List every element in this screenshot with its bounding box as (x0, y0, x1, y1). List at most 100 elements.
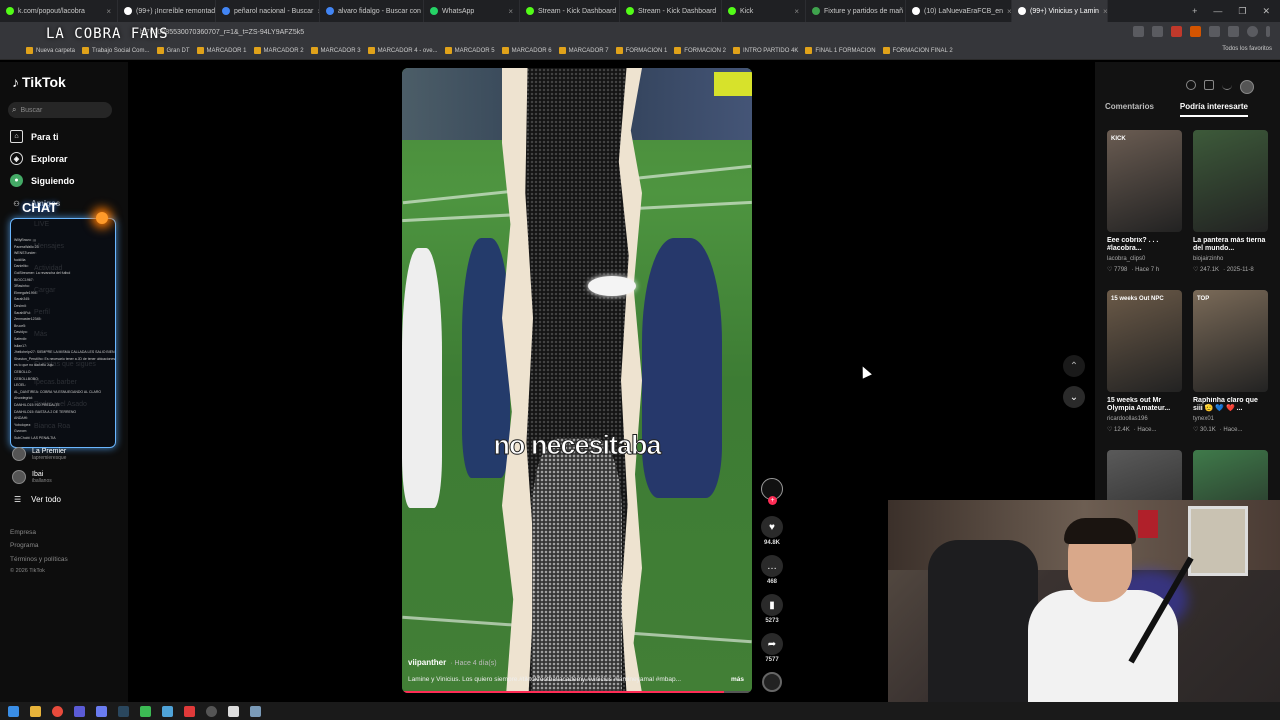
bookmark-item[interactable]: MARCADOR 6 (501, 47, 552, 54)
previous-video-button[interactable]: ⌃ (1063, 355, 1085, 377)
app-icon[interactable] (74, 705, 85, 717)
nav-explore[interactable]: ◈ Explorar (10, 152, 68, 165)
comment-button[interactable]: … 468 (758, 555, 786, 585)
more-button[interactable]: más (731, 676, 744, 683)
footer-link[interactable]: Programa (10, 542, 39, 549)
phone-icon[interactable] (1204, 80, 1214, 90)
video-progress-bar[interactable] (402, 691, 752, 693)
obs-icon[interactable] (206, 705, 217, 717)
browser-tab[interactable]: (99+) ¡Increíble remontada× (118, 0, 216, 22)
browser-tab[interactable]: Stream - Kick Dashboard× (520, 0, 620, 22)
app-icon[interactable] (184, 705, 195, 717)
browser-tab[interactable]: WhatsApp × (424, 0, 520, 22)
next-video-button[interactable]: ⌄ (1063, 386, 1085, 408)
steam-icon[interactable] (118, 705, 129, 717)
cast-icon[interactable] (1133, 26, 1144, 37)
video-title[interactable]: 15 weeks out Mr Olympia Amateur... (1107, 397, 1182, 413)
tab-title: Stream - Kick Dashboard (638, 7, 717, 15)
bookmark-item[interactable]: MARCADOR 3 (310, 47, 361, 54)
browser-tab[interactable]: Kick × (722, 0, 806, 22)
bookmark-item[interactable]: FORMACION 2 (674, 47, 726, 54)
bookmark-item[interactable]: FORMACION 1 (615, 47, 667, 54)
author-name[interactable]: viipanther (408, 658, 446, 667)
close-window-icon[interactable]: ✕ (1262, 6, 1270, 17)
profile-avatar-icon[interactable] (1247, 26, 1258, 37)
close-tab-icon[interactable]: × (1007, 7, 1011, 16)
followed-account[interactable]: La Premier lapremieresque (12, 447, 66, 461)
close-tab-icon[interactable]: × (106, 7, 111, 16)
star-icon[interactable] (1152, 26, 1163, 37)
bookmark-item[interactable]: MARCADOR 5 (444, 47, 495, 54)
browser-tab[interactable]: Stream - Kick Dashboard× (620, 0, 722, 22)
like-button[interactable]: ♥ 94.8K (758, 516, 786, 546)
see-all-link[interactable]: ☰ Ver todo (14, 495, 61, 504)
browser-tab[interactable]: (10) LaNuevaEraFCB_en × (906, 0, 1012, 22)
app-icon[interactable] (162, 705, 173, 717)
windows-start-icon[interactable] (8, 705, 19, 717)
bookmark-item[interactable]: Nueva carpeta (26, 47, 75, 54)
puzzle-icon[interactable] (1228, 26, 1239, 37)
app-icon[interactable] (228, 705, 239, 717)
download-icon[interactable] (1222, 80, 1232, 90)
file-explorer-icon[interactable] (30, 705, 41, 717)
browser-tab[interactable]: (99+) Vinicius y Lamin × (1012, 0, 1108, 22)
nav-following[interactable]: ● Siguiendo (10, 174, 75, 187)
footer-link[interactable]: Términos y políticas (10, 556, 68, 563)
recommended-video-thumbnail[interactable] (1193, 130, 1268, 232)
close-tab-icon[interactable]: × (794, 7, 799, 16)
app-icon[interactable] (140, 705, 151, 717)
download-icon[interactable] (1209, 26, 1220, 37)
video-author[interactable]: ricardoollas196 (1107, 416, 1182, 422)
video-author[interactable]: viipanther · Hace 4 día(s) (408, 658, 497, 667)
bookmark-item[interactable]: MARCADOR 7 (558, 47, 609, 54)
discord-icon[interactable] (96, 705, 107, 717)
video-player[interactable]: no necesitaba viipanther · Hace 4 día(s) … (402, 68, 752, 693)
recommended-video-thumbnail[interactable]: 15 weeks Out NPC (1107, 290, 1182, 392)
bookmark-item[interactable]: Trabajo Social Com... (82, 47, 150, 54)
share-button[interactable]: ➦ 7577 (758, 633, 786, 663)
menu-icon[interactable] (1266, 26, 1270, 37)
all-favorites-folder[interactable]: Todos los favoritos (1222, 46, 1272, 52)
tiktok-logo[interactable]: ♪ TikTok (12, 74, 66, 90)
browser-tab[interactable]: alvaro fidalgo - Buscar con× (320, 0, 424, 22)
extension-icon[interactable] (1190, 26, 1201, 37)
video-author[interactable]: lacobra_clips0 (1107, 256, 1182, 262)
browser-tab[interactable]: k.com/popout/lacobra × (0, 0, 118, 22)
tab-comments[interactable]: Comentarios (1105, 102, 1154, 117)
search-input[interactable]: ⌕ Buscar (8, 102, 112, 118)
video-title[interactable]: La pantera más tierna del mundo... (1193, 237, 1268, 253)
video-author[interactable]: biojairzinho (1193, 256, 1268, 262)
recommended-video-thumbnail[interactable]: KICK (1107, 130, 1182, 232)
maximize-icon[interactable]: ❐ (1238, 6, 1246, 17)
nav-for-you[interactable]: ⌂ Para ti (10, 130, 59, 143)
video-title[interactable]: Raphinha claro que siii 🫡 💙 ❤️ ... (1193, 397, 1268, 413)
address-bar[interactable]: b/7610885530070360707_r=1&_t=ZS-94LY9AFZ… (0, 22, 1280, 42)
profile-avatar-icon[interactable] (1240, 80, 1254, 94)
browser-tab[interactable]: peñarol nacional - Buscar× (216, 0, 320, 22)
follow-plus-icon[interactable]: + (768, 496, 777, 505)
tab-you-may-like[interactable]: Podría interesarte (1179, 102, 1248, 117)
bookmark-item[interactable]: INTRO PARTIDO 4K (732, 47, 798, 54)
close-tab-icon[interactable]: × (508, 7, 513, 16)
extension-icon[interactable] (1171, 26, 1182, 37)
video-author[interactable]: tynex01 (1193, 416, 1268, 422)
bookmark-item[interactable]: FORMACION FINAL 2 (882, 47, 953, 54)
bookmark-item[interactable]: MARCADOR 4 - ove... (367, 47, 438, 54)
footer-link[interactable]: Empresa (10, 529, 36, 536)
bookmark-item[interactable]: Gran DT (156, 47, 190, 54)
video-title[interactable]: Eee cobrix? . . . #lacobra... (1107, 237, 1182, 253)
new-tab-icon[interactable]: + (1192, 6, 1197, 16)
minimize-icon[interactable]: — (1213, 6, 1222, 16)
bookmark-item[interactable]: MARCADOR 1 (196, 47, 247, 54)
recommended-video-thumbnail[interactable]: TOP (1193, 290, 1268, 392)
chrome-icon[interactable] (52, 705, 63, 717)
bookmark-item[interactable]: MARCADOR 2 (253, 47, 304, 54)
browser-tab[interactable]: Fixture y partidos de mañ× (806, 0, 906, 22)
close-tab-icon[interactable]: × (1103, 7, 1107, 16)
bookmark-item[interactable]: FINAL 1 FORMACION (805, 47, 876, 54)
save-button[interactable]: ▮ 5273 (758, 594, 786, 624)
followed-account[interactable]: Ibai iballanos (12, 470, 52, 484)
settings-icon[interactable] (1186, 80, 1196, 90)
app-icon[interactable] (250, 705, 261, 717)
music-disc-icon[interactable] (762, 672, 782, 692)
